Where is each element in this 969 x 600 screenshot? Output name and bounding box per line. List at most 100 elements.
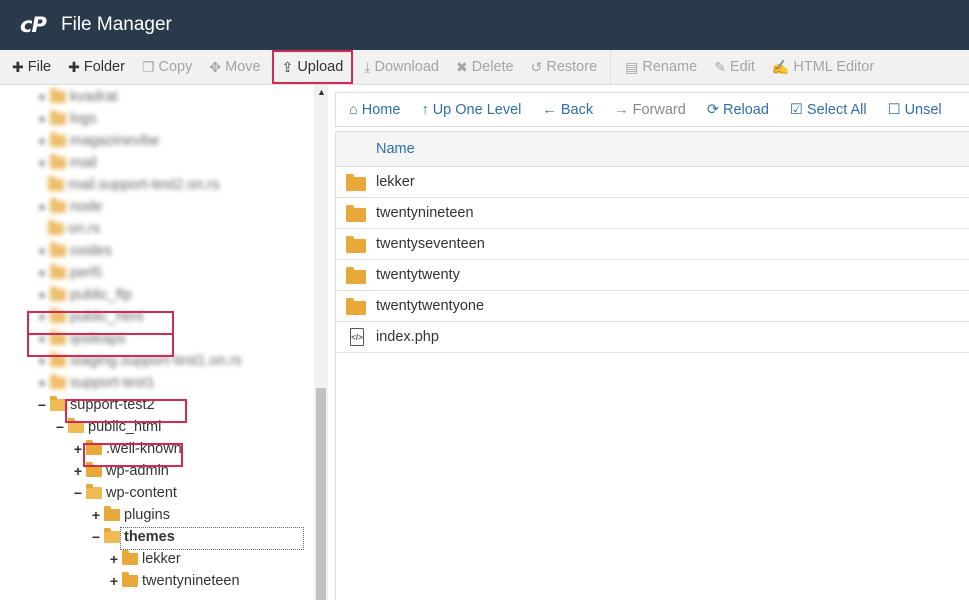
arrow-left-icon: ← xyxy=(542,101,557,118)
folder-icon-cell xyxy=(336,297,376,315)
expand-icon[interactable]: + xyxy=(36,133,48,149)
folder-icon xyxy=(346,173,366,191)
download-label: Download xyxy=(374,59,439,75)
select-all-button[interactable]: ☑ Select All xyxy=(790,102,867,118)
upload-button[interactable]: ⇪ Upload xyxy=(271,50,354,84)
file-name: twentynineteen xyxy=(376,205,474,221)
move-button[interactable]: ✥ Move xyxy=(203,50,266,84)
tree-scrollbar[interactable]: ▲ xyxy=(314,85,328,600)
download-button[interactable]: ⤓ Download xyxy=(358,50,445,84)
scrollbar-thumb[interactable] xyxy=(316,388,326,600)
home-button[interactable]: ⌂ Home xyxy=(349,102,400,118)
restore-label: Restore xyxy=(546,59,598,75)
folder-icon xyxy=(50,154,66,169)
file-list: Name lekker twentynineteen twentyseventeen… xyxy=(335,131,969,600)
folder-icon xyxy=(50,374,66,389)
folder-icon xyxy=(346,297,366,315)
tree-item-wp-content[interactable]: − wp-content xyxy=(72,482,177,504)
file-row[interactable]: twentytwenty xyxy=(336,260,969,291)
delete-button[interactable]: ✖ Delete xyxy=(450,50,520,84)
home-label: Home xyxy=(361,101,401,118)
copy-button[interactable]: ❐ Copy xyxy=(136,50,198,84)
expand-icon[interactable]: + xyxy=(36,375,48,391)
file-button[interactable]: ✚ File xyxy=(6,50,57,84)
file-row[interactable]: </> index.php xyxy=(336,322,969,353)
tree-item-label: kvadrat xyxy=(70,89,118,105)
edit-button[interactable]: ✎ Edit xyxy=(708,50,761,84)
tree-item-blurred[interactable]: + magazinevibe xyxy=(36,130,159,152)
tree-item-blurred[interactable]: + oxides xyxy=(36,240,112,262)
expand-icon[interactable]: + xyxy=(90,507,102,523)
expand-icon[interactable]: + xyxy=(36,287,48,303)
restore-button[interactable]: ↺ Restore xyxy=(525,50,604,84)
tree-item-blurred[interactable]: + mail xyxy=(36,152,97,174)
tree-item-blurred[interactable]: + public_ftp xyxy=(36,284,132,306)
highlight-box xyxy=(65,399,187,423)
expand-icon[interactable]: + xyxy=(36,243,48,259)
file-row[interactable]: twentyseventeen xyxy=(336,229,969,260)
tree-item-lekker[interactable]: + lekker xyxy=(108,548,181,570)
collapse-icon[interactable]: − xyxy=(90,529,102,545)
highlight-box xyxy=(27,311,174,335)
scroll-up-icon[interactable]: ▲ xyxy=(317,87,326,97)
file-icon: ▤ xyxy=(625,58,639,75)
file-row[interactable]: twentytwentyone xyxy=(336,291,969,322)
collapse-icon[interactable]: − xyxy=(36,397,48,413)
selected-item-outline xyxy=(120,527,304,550)
tree-item-blurred[interactable]: + support-test1 xyxy=(36,372,155,394)
expand-icon[interactable]: + xyxy=(108,551,120,567)
page-title: File Manager xyxy=(61,14,172,35)
collapse-icon[interactable]: − xyxy=(72,485,84,501)
rename-button[interactable]: ▤ Rename xyxy=(619,50,703,84)
unsel-button[interactable]: ☐ Unsel xyxy=(888,102,942,118)
expand-icon[interactable]: + xyxy=(36,199,48,215)
tree-item-label: mail xyxy=(70,155,97,171)
copy-icon: ❐ xyxy=(141,58,155,75)
tree-item-blurred[interactable]: on.rs xyxy=(48,218,100,240)
file-label: File xyxy=(27,59,52,75)
download-icon: ⤓ xyxy=(364,58,371,75)
expand-icon[interactable]: + xyxy=(36,111,48,127)
highlight-box xyxy=(83,443,183,467)
folder-icon xyxy=(122,572,138,587)
php-file-icon: </> xyxy=(350,328,364,346)
column-header-name[interactable]: Name xyxy=(336,131,969,167)
tree-item-plugins[interactable]: + plugins xyxy=(90,504,170,526)
plus-icon: ✚ xyxy=(12,58,24,75)
arrow-up-icon: ↑ xyxy=(421,101,429,118)
reload-icon: ⟳ xyxy=(706,101,719,118)
tree-item-blurred[interactable]: + kvadrat xyxy=(36,86,118,108)
tree-item-blurred[interactable]: mail.support-test2.on.rs xyxy=(48,174,220,196)
tree-item-label: oxides xyxy=(70,243,112,259)
tree-item-blurred[interactable]: + perl5 xyxy=(36,262,102,284)
file-row[interactable]: twentynineteen xyxy=(336,198,969,229)
pencil-icon: ✎ xyxy=(714,58,726,75)
arrow-right-icon: → xyxy=(614,101,629,118)
file-row[interactable]: lekker xyxy=(336,167,969,198)
html-editor-button[interactable]: ✍ HTML Editor xyxy=(766,50,880,84)
folder-icon-cell xyxy=(336,173,376,191)
expand-icon[interactable]: + xyxy=(36,89,48,105)
tree-item-twentynineteen[interactable]: + twentynineteen xyxy=(108,570,240,592)
folder-icon xyxy=(346,235,366,253)
highlight-box xyxy=(27,333,174,357)
expand-icon[interactable]: + xyxy=(36,155,48,171)
folder-icon-cell xyxy=(336,204,376,222)
tree-item-blurred[interactable]: + logs xyxy=(36,108,97,130)
app-header: cP File Manager xyxy=(0,0,969,50)
reload-button[interactable]: ⟳ Reload xyxy=(707,102,769,118)
back-button[interactable]: ← Back xyxy=(542,102,593,118)
expand-icon[interactable]: + xyxy=(36,265,48,281)
tree-item-blurred[interactable]: + node xyxy=(36,196,102,218)
upload-icon: ⇪ xyxy=(281,58,294,75)
folder-open-icon xyxy=(104,528,120,543)
tree-item-label: mail.support-test2.on.rs xyxy=(68,177,220,193)
up-one-level-label: Up One Level xyxy=(432,101,522,118)
folder-icon xyxy=(346,204,366,222)
toolbar: ✚ File ✚ Folder ❐ Copy ✥ Move ⇪ Upload ⤓ Download ✖ D… xyxy=(0,50,969,85)
up-one-level-button[interactable]: ↑ Up One Level xyxy=(421,102,521,118)
cpanel-logo[interactable]: cP xyxy=(20,13,52,37)
expand-icon[interactable]: + xyxy=(108,573,120,589)
forward-button[interactable]: → Forward xyxy=(614,102,686,118)
folder-button[interactable]: ✚ Folder xyxy=(62,50,131,84)
